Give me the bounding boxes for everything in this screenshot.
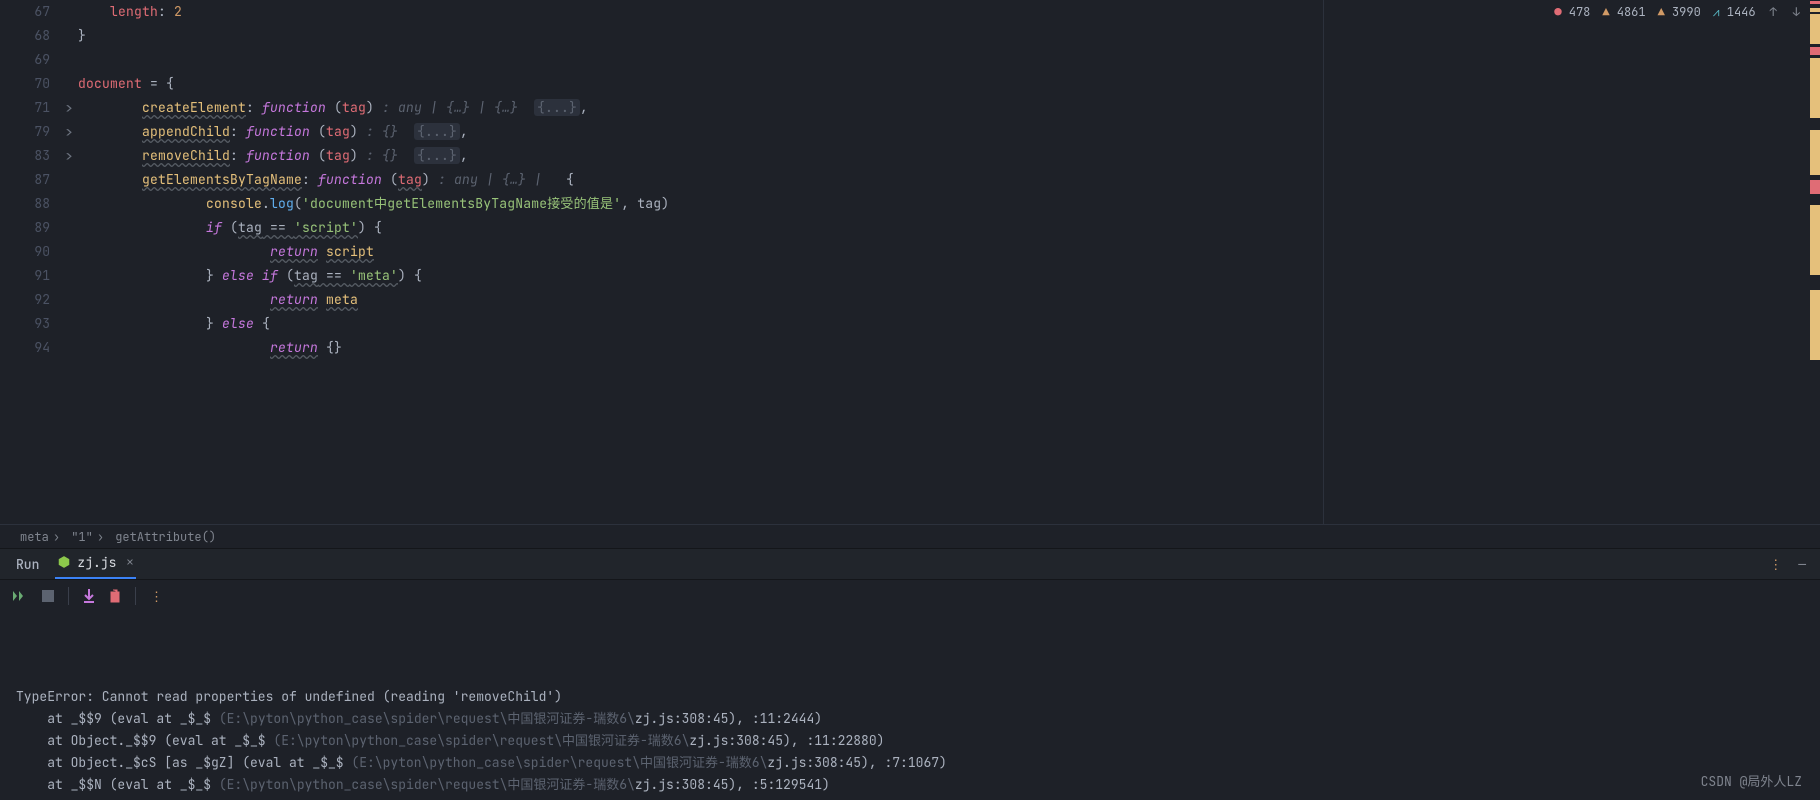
- breadcrumb-item[interactable]: "1": [67, 529, 97, 545]
- error-stripe[interactable]: [1810, 0, 1820, 524]
- console-line: TypeError: Cannot read properties of und…: [16, 686, 1804, 708]
- editor-pane[interactable]: 676869707179838788899091929394 ››› lengt…: [0, 0, 1820, 524]
- line-number: 94: [0, 336, 50, 360]
- line-number: 93: [0, 312, 50, 336]
- run-label: Run: [16, 556, 39, 573]
- line-number: 88: [0, 192, 50, 216]
- nodejs-icon: [57, 555, 71, 569]
- fold-toggle-icon[interactable]: ›: [56, 144, 81, 168]
- fold-column: ›››: [60, 0, 78, 524]
- error-stripe-mark[interactable]: [1810, 180, 1820, 194]
- console-line: at Object._$$9 (eval at _$_$ (E:\pyton\p…: [16, 730, 1804, 752]
- code-line[interactable]: return {}: [78, 336, 1820, 360]
- error-stripe-mark[interactable]: [1810, 1, 1820, 4]
- line-number: 79: [0, 120, 50, 144]
- divider: [135, 587, 136, 605]
- watermark: CSDN @局外人LZ: [1701, 771, 1802, 790]
- code-line[interactable]: return script: [78, 240, 1820, 264]
- divider: [68, 587, 69, 605]
- minimize-icon[interactable]: —: [1796, 556, 1808, 573]
- scroll-to-end-icon[interactable]: [83, 589, 95, 603]
- error-stripe-mark[interactable]: [1810, 8, 1820, 12]
- close-icon[interactable]: ✕: [126, 554, 133, 570]
- breadcrumb[interactable]: meta› "1"› getAttribute(): [0, 524, 1820, 548]
- code-line[interactable]: getElementsByTagName: function (tag) : a…: [78, 168, 1820, 192]
- line-number: 90: [0, 240, 50, 264]
- clear-all-icon[interactable]: [109, 589, 121, 603]
- more-icon[interactable]: ⋮: [1769, 556, 1782, 573]
- code-line[interactable]: appendChild: function (tag) : {} {...},: [78, 120, 1820, 144]
- error-stripe-mark[interactable]: [1810, 14, 1820, 44]
- breadcrumb-item[interactable]: getAttribute(): [111, 529, 220, 545]
- line-gutter: 676869707179838788899091929394: [0, 0, 60, 524]
- console-line: [16, 664, 1804, 686]
- line-number: 83: [0, 144, 50, 168]
- code-line[interactable]: if (tag == 'script') {: [78, 216, 1820, 240]
- code-line[interactable]: removeChild: function (tag) : {} {...},: [78, 144, 1820, 168]
- rerun-icon[interactable]: [12, 589, 28, 603]
- line-number: 91: [0, 264, 50, 288]
- console-output[interactable]: TypeError: Cannot read properties of und…: [0, 612, 1820, 800]
- console-line: at _$$9 (eval at _$_$ (E:\pyton\python_c…: [16, 708, 1804, 730]
- run-tab[interactable]: zj.js ✕: [55, 550, 135, 579]
- console-line: at Object._$cS [as _$gZ] (eval at _$_$ (…: [16, 752, 1804, 774]
- right-margin-line: [1323, 0, 1324, 524]
- error-stripe-mark[interactable]: [1810, 58, 1820, 118]
- warning-count-1[interactable]: ▲ 4861: [1602, 4, 1645, 20]
- error-stripe-mark[interactable]: [1810, 47, 1820, 55]
- more-actions-icon[interactable]: ⋮: [150, 588, 163, 605]
- weak-warning-count[interactable]: ⩘ 1446: [1713, 4, 1756, 20]
- inspection-summary: ● 478 ▲ 4861 ▲ 3990 ⩘ 1446 ↑ ↓: [1554, 4, 1802, 20]
- code-line[interactable]: createElement: function (tag) : any | {……: [78, 96, 1820, 120]
- line-number: 68: [0, 24, 50, 48]
- code-content[interactable]: length: 2} document = { createElement: f…: [78, 0, 1820, 524]
- breadcrumb-item[interactable]: meta: [16, 529, 53, 545]
- run-toolbar: ⋮: [0, 580, 1820, 612]
- code-line[interactable]: return meta: [78, 288, 1820, 312]
- warning-count-2[interactable]: ▲ 3990: [1658, 4, 1701, 20]
- console-line: [16, 620, 1804, 642]
- fold-toggle-icon[interactable]: ›: [56, 120, 81, 144]
- error-stripe-mark[interactable]: [1810, 290, 1820, 360]
- code-line[interactable]: [78, 48, 1820, 72]
- error-stripe-mark[interactable]: [1810, 205, 1820, 275]
- console-line: [16, 642, 1804, 664]
- run-tool-header: Run zj.js ✕ ⋮ —: [0, 548, 1820, 580]
- run-tab-label: zj.js: [77, 554, 116, 571]
- line-number: 89: [0, 216, 50, 240]
- next-highlight-icon[interactable]: ↓: [1791, 4, 1802, 20]
- code-line[interactable]: } else if (tag == 'meta') {: [78, 264, 1820, 288]
- code-line[interactable]: document = {: [78, 72, 1820, 96]
- error-count[interactable]: ● 478: [1554, 4, 1590, 20]
- line-number: 70: [0, 72, 50, 96]
- line-number: 87: [0, 168, 50, 192]
- line-number: 92: [0, 288, 50, 312]
- line-number: 67: [0, 0, 50, 24]
- line-number: 71: [0, 96, 50, 120]
- code-line[interactable]: } else {: [78, 312, 1820, 336]
- error-stripe-mark[interactable]: [1810, 130, 1820, 175]
- console-line: at _$$N (eval at _$_$ (E:\pyton\python_c…: [16, 774, 1804, 796]
- stop-icon[interactable]: [42, 590, 54, 602]
- prev-highlight-icon[interactable]: ↑: [1768, 4, 1779, 20]
- code-line[interactable]: console.log('document中getElementsByTagNa…: [78, 192, 1820, 216]
- line-number: 69: [0, 48, 50, 72]
- fold-toggle-icon[interactable]: ›: [56, 96, 81, 120]
- code-line[interactable]: }: [78, 24, 1820, 48]
